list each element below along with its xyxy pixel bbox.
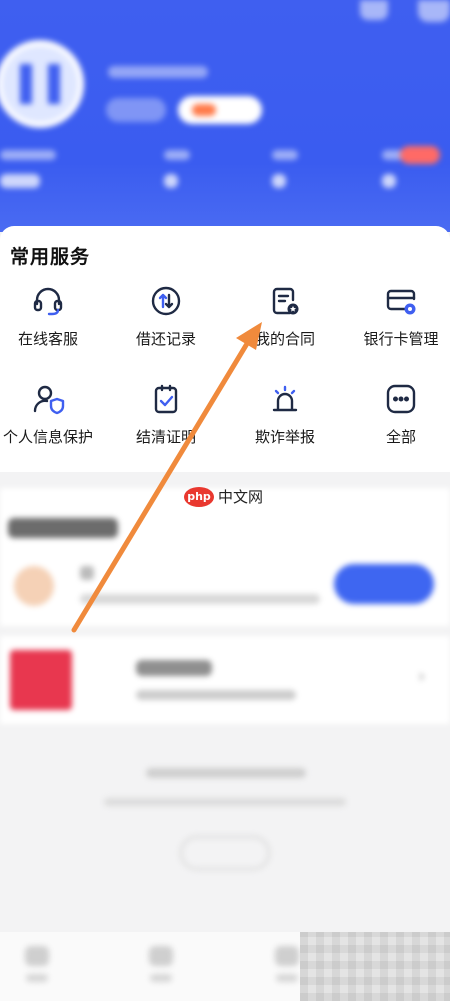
pixelated-area xyxy=(300,932,450,1001)
banner-image xyxy=(10,650,72,710)
member-badge[interactable] xyxy=(178,96,262,124)
watermark: php 中文网 xyxy=(184,486,263,507)
footer-text xyxy=(146,768,306,778)
footer-button[interactable] xyxy=(180,836,270,870)
stat-item[interactable] xyxy=(164,150,190,188)
promo-avatar xyxy=(14,566,54,606)
footer-text xyxy=(104,798,346,806)
stat-item[interactable] xyxy=(272,150,298,188)
service-label: 我的合同 xyxy=(254,330,315,348)
service-label: 全部 xyxy=(385,428,416,446)
more-icon xyxy=(384,382,418,416)
stat-item[interactable] xyxy=(0,150,56,188)
service-bank-card[interactable]: 银行卡管理 xyxy=(345,284,450,349)
notification-badge xyxy=(400,146,440,164)
promo-action-button[interactable] xyxy=(334,564,434,604)
service-my-contract[interactable]: 我的合同 xyxy=(229,284,341,349)
service-label: 在线客服 xyxy=(17,330,78,348)
service-label: 欺诈举报 xyxy=(254,428,315,446)
service-settlement-proof[interactable]: 结清证明 xyxy=(110,382,222,447)
nav-tab[interactable] xyxy=(22,946,52,986)
profile-header xyxy=(0,0,450,232)
message-icon[interactable] xyxy=(360,0,388,20)
service-all[interactable]: 全部 xyxy=(345,382,450,447)
service-loan-records[interactable]: 借还记录 xyxy=(110,284,222,349)
exchange-icon xyxy=(149,284,183,318)
user-level-badge xyxy=(106,98,166,122)
user-subtitle xyxy=(108,66,208,78)
service-online-support[interactable]: 在线客服 xyxy=(0,284,104,349)
chevron-right-icon: › xyxy=(418,666,426,687)
settings-icon[interactable] xyxy=(418,0,450,22)
service-label: 结清证明 xyxy=(135,428,196,446)
service-label: 银行卡管理 xyxy=(363,330,439,348)
watermark-logo: php xyxy=(184,486,214,507)
watermark-text: 中文网 xyxy=(218,488,264,506)
blurred-content: › xyxy=(0,480,450,932)
bank-card-icon xyxy=(384,284,418,318)
user-shield-icon xyxy=(31,382,65,416)
service-label: 借还记录 xyxy=(135,330,196,348)
common-services-card: 常用服务 在线客服 借还记录 我的合同 银行卡管理 个人信息保护 结清证明 欺诈… xyxy=(0,226,450,472)
service-privacy-protection[interactable]: 个人信息保护 xyxy=(0,382,104,447)
banner-card[interactable]: › xyxy=(0,636,450,724)
alarm-icon xyxy=(268,382,302,416)
contract-icon xyxy=(268,284,302,318)
settlement-proof-icon xyxy=(149,382,183,416)
nav-tab[interactable] xyxy=(146,946,176,986)
service-fraud-report[interactable]: 欺诈举报 xyxy=(229,382,341,447)
services-title: 常用服务 xyxy=(10,246,91,268)
service-label: 个人信息保护 xyxy=(2,428,93,446)
promo-card xyxy=(0,488,450,626)
avatar[interactable] xyxy=(0,40,84,128)
headset-icon xyxy=(31,284,65,318)
nav-tab[interactable] xyxy=(272,946,302,986)
